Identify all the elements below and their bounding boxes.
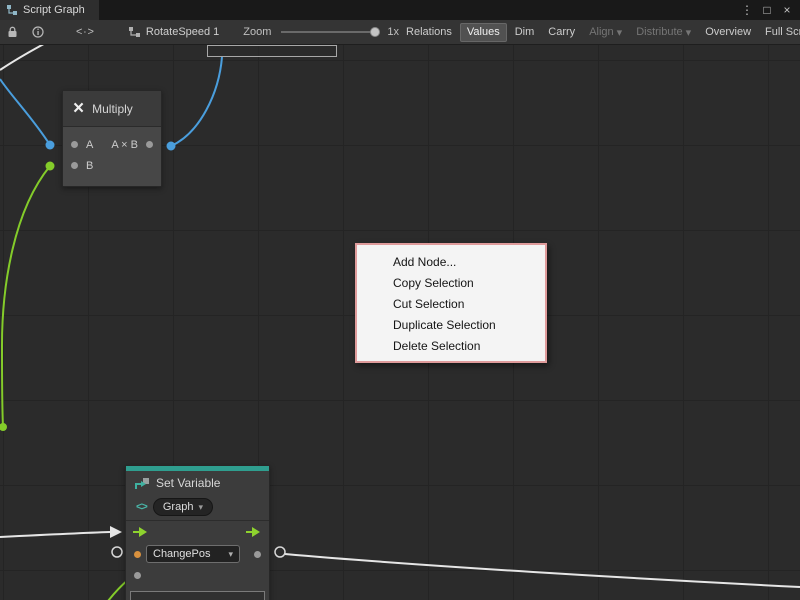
code-icon: <∙> [76,26,95,38]
relations-label: Relations [406,26,452,38]
values-label: Values [467,26,500,38]
zoom-control: Zoom 1x [243,26,399,38]
wire-white-topleft[interactable] [0,45,55,70]
empty-field-box [207,45,337,57]
dim-label: Dim [515,26,535,38]
flow-output-arrow-icon[interactable] [246,526,262,538]
chevron-down-icon: ▾ [617,26,623,39]
port-label-a: A [86,139,93,151]
menu-item-delete-selection[interactable]: Delete Selection [357,336,545,357]
context-menu: Add Node... Copy Selection Cut Selection… [355,243,547,363]
graph-breadcrumb[interactable]: RotateSpeed 1 [128,26,219,38]
value-port-row [126,565,269,585]
wire-green-input-b[interactable] [2,166,50,427]
kebab-menu-icon[interactable]: ⋮ [740,3,754,17]
tab-script-graph[interactable]: Script Graph [0,0,99,20]
fullscreen-button[interactable]: Full Screen [759,23,800,42]
set-variable-header[interactable]: Set Variable [126,471,269,495]
node-multiply[interactable]: × Multiply A A × B B [62,90,162,187]
lock-icon [7,26,18,38]
value-bubble-left [112,547,122,557]
wire-green-left-endpoint[interactable] [0,423,7,431]
multiply-header[interactable]: × Multiply [63,91,161,127]
relations-button[interactable]: Relations [400,23,458,42]
variable-row: ChangePos ▾ [126,543,269,565]
chevron-down-icon: ▾ [686,26,692,39]
scope-dropdown[interactable]: Graph ▾ [153,498,213,516]
scope-row: <> Graph ▾ [126,495,269,519]
port-variable-output[interactable] [254,551,261,558]
zoom-label: Zoom [243,26,271,38]
maximize-icon[interactable]: □ [760,3,774,17]
graph-canvas[interactable]: × Multiply A A × B B [0,45,800,600]
wire-white-value-out[interactable] [285,554,800,587]
multiply-title: Multiply [92,102,133,116]
set-variable-title: Set Variable [156,476,220,490]
title-bar: Script Graph ⋮ □ × [0,0,800,20]
wire-white-flow-in[interactable] [0,532,110,537]
multiply-row-a: A A × B [63,134,161,155]
port-label-output: A × B [111,139,138,151]
port-output[interactable] [146,141,153,148]
variable-name: ChangePos [153,548,211,560]
distribute-label: Distribute [636,26,682,38]
zoom-slider[interactable] [281,26,379,38]
menu-item-add-node[interactable]: Add Node... [357,252,545,273]
chevron-down-icon: ▾ [198,502,203,513]
multiply-icon: × [73,99,84,118]
flow-in-arrowhead-icon [110,526,122,538]
unity-script-graph-window: Script Graph ⋮ □ × <∙> [0,0,800,600]
port-input-b[interactable] [71,162,78,169]
carry-button[interactable]: Carry [542,23,581,42]
carry-label: Carry [548,26,575,38]
zoom-slider-track[interactable] [281,31,379,33]
menu-item-duplicate-selection[interactable]: Duplicate Selection [357,315,545,336]
set-variable-icon [134,477,150,490]
multiply-body: A A × B B [63,127,161,186]
fullscreen-label: Full Screen [765,26,800,38]
script-graph-icon [6,4,18,16]
overview-label: Overview [705,26,751,38]
port-variable-input[interactable] [134,551,141,558]
zoom-slider-thumb[interactable] [370,27,380,37]
graph-scope-icon: <> [136,501,147,513]
graph-name-label: RotateSpeed 1 [146,26,219,38]
tab-title: Script Graph [23,4,85,16]
values-button[interactable]: Values [460,23,507,42]
close-icon[interactable]: × [780,3,794,17]
align-label: Align [589,26,613,38]
wire-blue-output[interactable] [171,57,222,146]
zoom-value: 1x [387,26,399,38]
info-button[interactable] [25,20,51,45]
wire-green-input-endpoint[interactable] [46,162,55,171]
chevron-down-icon: ▾ [228,549,233,560]
code-view-button[interactable]: <∙> [69,20,102,45]
info-icon [32,26,44,38]
menu-item-copy-selection[interactable]: Copy Selection [357,273,545,294]
align-button[interactable]: Align ▾ [583,23,628,42]
wire-blue-input-a[interactable] [0,79,50,145]
graph-asset-icon [128,26,141,38]
port-label-b: B [86,160,93,172]
node-set-variable[interactable]: Set Variable <> Graph ▾ [125,465,270,600]
lock-button[interactable] [0,20,25,45]
toolbar-right-group: Relations Values Dim Carry Align ▾ Distr… [399,20,800,45]
flow-row [126,521,269,543]
multiply-row-b: B [63,155,161,176]
node-footer-box [130,591,265,600]
flow-input-arrow-icon[interactable] [133,526,149,538]
dim-button[interactable]: Dim [509,23,541,42]
window-controls: ⋮ □ × [740,3,800,17]
wire-blue-input-endpoint[interactable] [46,141,55,150]
overview-button[interactable]: Overview [699,23,757,42]
variable-dropdown[interactable]: ChangePos ▾ [146,545,240,563]
scope-value: Graph [163,501,194,513]
value-bubble-right [275,547,285,557]
distribute-button[interactable]: Distribute ▾ [630,23,697,42]
wire-blue-output-endpoint[interactable] [167,142,176,151]
port-input-a[interactable] [71,141,78,148]
graph-toolbar: <∙> RotateSpeed 1 Zoom 1x Relations Val [0,20,800,45]
port-value-input[interactable] [134,572,141,579]
menu-item-cut-selection[interactable]: Cut Selection [357,294,545,315]
